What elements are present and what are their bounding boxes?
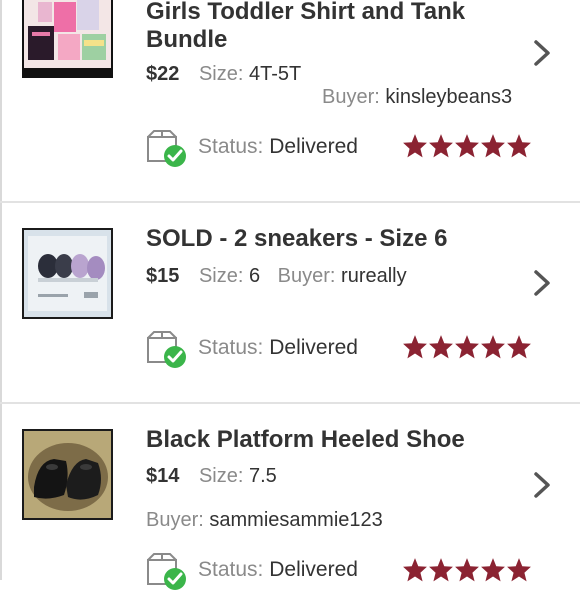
star-icon: [403, 335, 427, 359]
size-label: Size:: [198, 465, 244, 487]
chevron-right-icon[interactable]: [530, 268, 554, 298]
size-value: 6: [248, 265, 261, 287]
buyer-username-link[interactable]: sammiesammie123: [209, 509, 382, 531]
status-value: Delivered: [269, 135, 358, 158]
sneakers-photo-image: [24, 230, 111, 317]
star-icon: [429, 558, 453, 582]
status-value: Delivered: [269, 558, 358, 581]
buyer-line: Buyer: kinsleybeans3: [322, 85, 512, 109]
buyer-username-link[interactable]: rureally: [341, 265, 407, 287]
buyer-label: Buyer:: [322, 86, 380, 108]
buyer-label: Buyer:: [277, 265, 336, 287]
star-icon: [429, 134, 453, 158]
status-label: Status:: [198, 558, 264, 581]
star-icon: [455, 335, 479, 359]
price-size-line: $14 Size: 7.5: [146, 464, 277, 488]
star-icon: [455, 558, 479, 582]
star-icon: [455, 134, 479, 158]
delivered-package-icon: [147, 331, 186, 368]
order-row-2[interactable]: SOLD - 2 sneakers - Size 6 $15 Size: 6 B…: [0, 203, 580, 402]
status-text: Status: Delivered: [198, 135, 358, 159]
order-status: Status: Delivered: [146, 330, 406, 370]
size-label: Size:: [198, 63, 244, 85]
order-title[interactable]: SOLD - 2 sneakers - Size 6: [146, 225, 546, 253]
chevron-right-icon[interactable]: [530, 470, 554, 500]
rating-stars: [402, 133, 534, 159]
delivered-package-icon: [147, 130, 186, 167]
product-thumbnail[interactable]: [22, 228, 113, 319]
star-icon: [481, 134, 505, 158]
status-label: Status:: [198, 336, 264, 359]
order-row-3[interactable]: Black Platform Heeled Shoe $14 Size: 7.5…: [0, 404, 580, 590]
order-status: Status: Delivered: [146, 552, 406, 592]
order-title[interactable]: Black Platform Heeled Shoe: [146, 426, 546, 454]
price-size-line: $22 Size: 4T-5T: [146, 62, 301, 86]
order-price: $22: [146, 63, 180, 85]
buyer-label: Buyer:: [146, 509, 204, 531]
rating-stars: [402, 557, 534, 583]
star-icon: [507, 134, 531, 158]
status-value: Delivered: [269, 336, 358, 359]
shoes-photo-image: [24, 431, 111, 518]
size-value: 4T-5T: [248, 63, 302, 85]
price-size-buyer-line: $15 Size: 6 Buyer: rureally: [146, 264, 407, 288]
star-icon: [429, 335, 453, 359]
clothing-photo-image: [24, 0, 111, 76]
order-title[interactable]: Girls Toddler Shirt and Tank Bundle: [146, 0, 546, 54]
status-text: Status: Delivered: [198, 336, 358, 360]
size-value: 7.5: [248, 465, 277, 487]
size-label: Size:: [198, 265, 244, 287]
buyer-line: Buyer: sammiesammie123: [146, 508, 383, 532]
star-icon: [403, 558, 427, 582]
product-thumbnail[interactable]: [22, 0, 113, 78]
rating-stars: [402, 334, 534, 360]
star-icon: [403, 134, 427, 158]
star-icon: [481, 558, 505, 582]
product-thumbnail[interactable]: [22, 429, 113, 520]
status-label: Status:: [198, 135, 264, 158]
status-text: Status: Delivered: [198, 558, 358, 582]
order-row-1[interactable]: Girls Toddler Shirt and Tank Bundle $22 …: [0, 0, 580, 202]
chevron-right-icon[interactable]: [530, 38, 554, 68]
order-price: $14: [146, 465, 180, 487]
star-icon: [481, 335, 505, 359]
delivered-package-icon: [147, 553, 186, 590]
order-price: $15: [146, 265, 180, 287]
buyer-username-link[interactable]: kinsleybeans3: [385, 86, 512, 108]
order-status: Status: Delivered: [146, 129, 406, 169]
star-icon: [507, 335, 531, 359]
star-icon: [507, 558, 531, 582]
